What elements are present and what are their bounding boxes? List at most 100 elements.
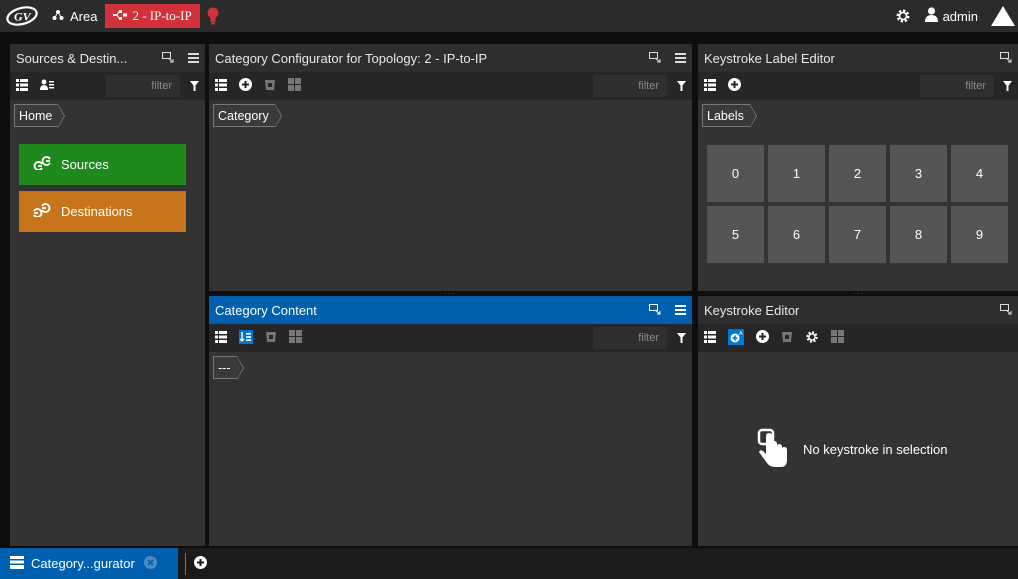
- filter-icon[interactable]: [677, 331, 686, 346]
- user-label: admin: [942, 8, 978, 24]
- sources-destinations-panel: Sources & Destin... filter Home: [10, 44, 205, 546]
- svg-text:A: A: [739, 331, 743, 337]
- delete-icon: [781, 331, 793, 346]
- breadcrumb-empty[interactable]: ---: [213, 356, 243, 380]
- panel-title-bar: Category Configurator for Topology: 2 - …: [209, 44, 692, 72]
- topology-icon: [113, 8, 128, 24]
- settings-gear-icon[interactable]: [889, 8, 917, 24]
- tap-hand-icon: [757, 428, 791, 471]
- area-button[interactable]: Area: [44, 0, 105, 32]
- keystroke-label-grid: 0 1 2 3 4 5 6 7 8 9: [707, 145, 1008, 263]
- panel-title: Category Content: [215, 302, 317, 318]
- panel-title: Keystroke Label Editor: [704, 50, 835, 66]
- filter-input[interactable]: filter: [106, 75, 180, 97]
- empty-state: No keystroke in selection: [757, 428, 948, 471]
- category-content-panel: Category Content filter ---: [209, 296, 692, 546]
- add-tab-button[interactable]: [194, 555, 207, 572]
- key-button[interactable]: 1: [768, 145, 825, 202]
- panel-toolbar: filter: [698, 72, 1018, 100]
- list-view-icon[interactable]: [215, 330, 227, 346]
- filter-input[interactable]: filter: [593, 75, 667, 97]
- list-view-icon[interactable]: [704, 330, 716, 346]
- lightbulb-icon[interactable]: [206, 6, 220, 26]
- add-icon[interactable]: [728, 78, 741, 94]
- grid-view-icon: [288, 78, 301, 94]
- menu-icon[interactable]: [675, 51, 686, 66]
- add-icon[interactable]: [756, 330, 769, 346]
- sources-label: Sources: [61, 157, 109, 172]
- filter-input[interactable]: filter: [593, 327, 667, 349]
- tab-divider: [185, 552, 186, 575]
- key-button[interactable]: 4: [951, 145, 1008, 202]
- splitter-handle[interactable]: ···: [444, 289, 455, 298]
- gv-logo[interactable]: GV: [0, 0, 44, 32]
- filter-icon[interactable]: [190, 79, 199, 94]
- topology-button[interactable]: 2 - IP-to-IP: [105, 4, 200, 28]
- list-view-icon[interactable]: [215, 78, 227, 94]
- detach-icon[interactable]: [1000, 51, 1012, 66]
- panel-toolbar: A: [698, 324, 1018, 352]
- destinations-label: Destinations: [61, 204, 133, 219]
- detach-icon[interactable]: [162, 51, 174, 66]
- area-icon: [52, 9, 64, 24]
- panel-title: Sources & Destin...: [16, 50, 128, 66]
- breadcrumb-labels[interactable]: Labels: [702, 104, 757, 128]
- tab-label: Category...gurator: [31, 556, 135, 571]
- menu-icon[interactable]: [675, 303, 686, 318]
- detach-icon[interactable]: [649, 51, 661, 66]
- bottom-tab-bar: Category...gurator: [0, 548, 1018, 579]
- panel-title-bar: Category Content: [209, 296, 692, 324]
- alert-triangle-icon[interactable]: [988, 5, 1018, 27]
- panel-title-bar: Keystroke Label Editor: [698, 44, 1018, 72]
- key-button[interactable]: 9: [951, 206, 1008, 263]
- key-button[interactable]: 0: [707, 145, 764, 202]
- panel-title-bar: Keystroke Editor: [698, 296, 1018, 324]
- detach-icon[interactable]: [1000, 303, 1012, 318]
- sources-button[interactable]: Sources: [19, 144, 186, 185]
- user-menu[interactable]: admin: [917, 7, 988, 25]
- key-button[interactable]: 8: [890, 206, 947, 263]
- close-tab-icon[interactable]: [143, 555, 157, 572]
- filter-icon[interactable]: [1003, 79, 1012, 94]
- add-label-icon[interactable]: A: [728, 328, 744, 348]
- destinations-button[interactable]: Destinations: [19, 191, 186, 232]
- splitter-handle[interactable]: ···: [853, 289, 864, 298]
- key-button[interactable]: 3: [890, 145, 947, 202]
- key-button[interactable]: 2: [829, 145, 886, 202]
- svg-text:GV: GV: [14, 10, 32, 24]
- key-button[interactable]: 5: [707, 206, 764, 263]
- topology-label: 2 - IP-to-IP: [132, 8, 192, 23]
- top-bar: GV Area 2 - IP-to-IP admin: [0, 0, 1018, 32]
- filter-icon[interactable]: [677, 79, 686, 94]
- panel-title: Category Configurator for Topology: 2 - …: [215, 50, 488, 66]
- filter-input[interactable]: filter: [920, 75, 994, 97]
- panel-toolbar: filter: [209, 72, 692, 100]
- stack-icon: [10, 555, 24, 572]
- add-icon[interactable]: [239, 78, 252, 94]
- tab-category-configurator[interactable]: Category...gurator: [0, 548, 178, 579]
- delete-icon: [264, 79, 276, 94]
- breadcrumb-category[interactable]: Category: [213, 104, 282, 128]
- category-configurator-panel: Category Configurator for Topology: 2 - …: [209, 44, 692, 291]
- grid-view-icon: [831, 330, 844, 346]
- sort-list-icon[interactable]: [239, 329, 253, 347]
- panel-title-bar: Sources & Destin...: [10, 44, 205, 72]
- empty-message: No keystroke in selection: [803, 442, 948, 457]
- breadcrumb-home[interactable]: Home: [14, 104, 66, 128]
- user-list-icon[interactable]: [40, 79, 54, 94]
- key-button[interactable]: 6: [768, 206, 825, 263]
- grid-view-icon: [289, 330, 302, 346]
- add-icon: [194, 555, 207, 572]
- menu-icon[interactable]: [188, 51, 199, 66]
- list-view-icon[interactable]: [16, 78, 28, 94]
- panel-toolbar: filter: [209, 324, 692, 352]
- key-button[interactable]: 7: [829, 206, 886, 263]
- list-view-icon[interactable]: [704, 78, 716, 94]
- delete-icon: [265, 331, 277, 346]
- panel-title: Keystroke Editor: [704, 302, 800, 318]
- detach-icon[interactable]: [649, 303, 661, 318]
- area-label: Area: [70, 8, 98, 24]
- gear-icon[interactable]: [805, 330, 819, 347]
- destinations-icon: [33, 203, 53, 220]
- keystroke-editor-panel: Keystroke Editor A: [698, 296, 1018, 546]
